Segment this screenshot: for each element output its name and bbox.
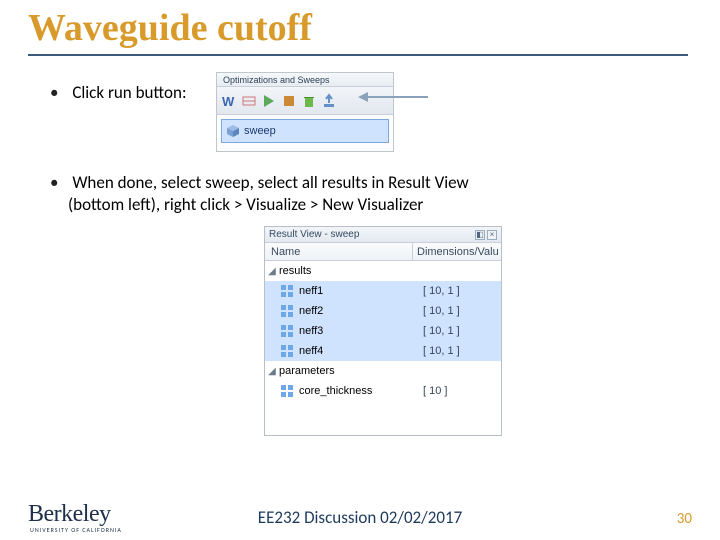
result-row-1[interactable]: neff1 [ 10, 1 ]	[265, 281, 501, 301]
waveguide-tool-icon[interactable]	[241, 93, 257, 109]
result-row-1-dims: [ 10, 1 ]	[419, 285, 501, 297]
window-controls: ◧ ×	[475, 230, 497, 240]
sweep-cube-icon	[226, 124, 240, 138]
parameters-group[interactable]: ◢ parameters	[265, 361, 501, 381]
slide-number: 30	[677, 510, 692, 528]
result-row-2-name: neff2	[299, 305, 419, 317]
w-tool-icon[interactable]: W	[221, 93, 237, 109]
column-dims-header[interactable]: Dimensions/Valu	[413, 243, 501, 260]
stop-tool-icon[interactable]	[281, 93, 297, 109]
result-row-4-name: neff4	[299, 345, 419, 357]
arrow-left-icon	[358, 92, 368, 102]
sweep-row[interactable]: sweep	[221, 119, 389, 143]
svg-text:W: W	[222, 94, 235, 109]
result-view-title: Result View - sweep	[269, 229, 359, 240]
matrix-icon	[279, 303, 295, 319]
result-row-3[interactable]: neff3 [ 10, 1 ]	[265, 321, 501, 341]
tab-optimizations-sweeps[interactable]: Optimizations and Sweeps	[217, 73, 393, 87]
result-row-4-dims: [ 10, 1 ]	[419, 345, 501, 357]
results-group[interactable]: ◢ results	[265, 261, 501, 281]
collapse-icon[interactable]: ◢	[265, 366, 279, 377]
bullet-dot-icon: •	[50, 172, 58, 193]
result-row-4[interactable]: neff4 [ 10, 1 ]	[265, 341, 501, 361]
selected-results: neff1 [ 10, 1 ] neff2 [ 10, 1 ] neff3 [ …	[265, 281, 501, 361]
matrix-icon	[279, 283, 295, 299]
dock-button[interactable]: ◧	[475, 230, 485, 240]
title-underline	[28, 54, 688, 56]
bullet-2-line-2: (bottom left), right click > Visualize >…	[68, 194, 423, 215]
result-view-titlebar: Result View - sweep ◧ ×	[265, 227, 501, 243]
collapse-icon[interactable]: ◢	[265, 266, 279, 277]
matrix-icon	[279, 383, 295, 399]
bullet-2: • When done, select sweep, select all re…	[50, 172, 670, 216]
pointer-arrow	[358, 92, 428, 102]
bullet-1-text: Click run button:	[72, 82, 186, 103]
embedded-result-view-panel: Result View - sweep ◧ × Name Dimensions/…	[264, 226, 502, 436]
bullet-2-line-1: When done, select sweep, select all resu…	[72, 172, 468, 193]
bullet-dot-icon: •	[50, 82, 58, 103]
matrix-icon	[279, 343, 295, 359]
param-row-name: core_thickness	[299, 385, 419, 397]
close-button[interactable]: ×	[487, 230, 497, 240]
result-row-2[interactable]: neff2 [ 10, 1 ]	[265, 301, 501, 321]
delete-tool-icon[interactable]	[301, 93, 317, 109]
slide-title: Waveguide cutoff	[28, 6, 312, 50]
sweep-row-label: sweep	[244, 125, 276, 137]
export-tool-icon[interactable]	[321, 93, 337, 109]
arrow-line	[368, 96, 428, 98]
column-name-header[interactable]: Name	[265, 243, 413, 260]
result-row-3-name: neff3	[299, 325, 419, 337]
result-row-1-name: neff1	[299, 285, 419, 297]
matrix-icon	[279, 323, 295, 339]
results-group-label: results	[279, 265, 501, 277]
parameters-group-label: parameters	[279, 365, 501, 377]
param-row[interactable]: core_thickness [ 10 ]	[265, 381, 501, 401]
embedded-toolbar-panel: Optimizations and Sweeps W sweep	[216, 72, 394, 152]
result-header-row: Name Dimensions/Valu	[265, 243, 501, 261]
footer-center-text: EE232 Discussion 02/02/2017	[0, 507, 720, 528]
run-tool-icon[interactable]	[261, 93, 277, 109]
bullet-1: • Click run button:	[50, 82, 187, 103]
result-row-2-dims: [ 10, 1 ]	[419, 305, 501, 317]
result-row-3-dims: [ 10, 1 ]	[419, 325, 501, 337]
param-row-dims: [ 10 ]	[419, 385, 501, 397]
